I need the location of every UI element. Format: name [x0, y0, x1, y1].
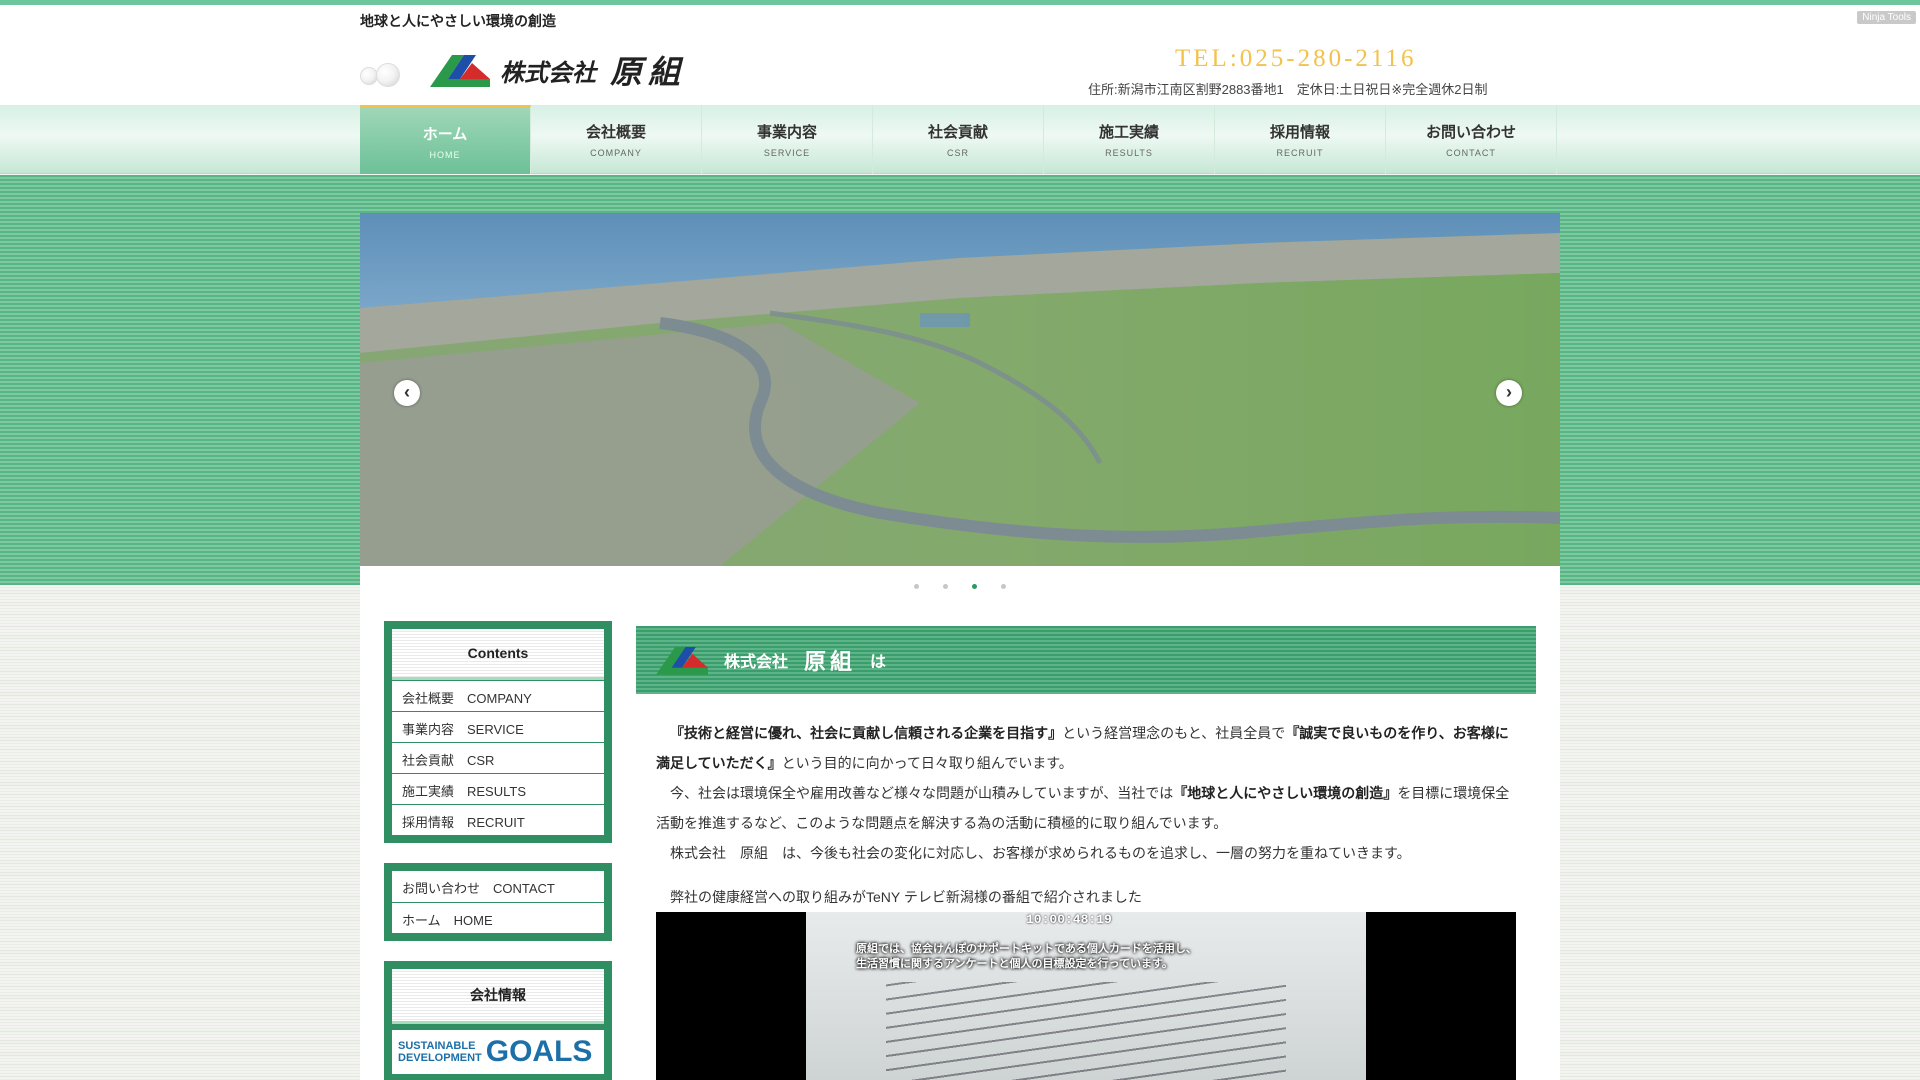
heading-company-name: 原組 [804, 649, 857, 674]
nav-recruit[interactable]: 採用情報 RECRUIT [1215, 105, 1386, 174]
address-info: 住所:新潟市江南区割野2883番地1 定休日:土日祝日※完全週休2日制 [1088, 82, 1488, 97]
nav-contact[interactable]: お問い合わせ CONTACT [1386, 105, 1557, 174]
sidebar: Contents 会社概要 COMPANY 事業内容 SERVICE 社会貢献 … [384, 621, 612, 1080]
company-prefix: 株式会社 [500, 57, 596, 87]
slider-prev-button[interactable]: ‹ [394, 380, 420, 406]
sdgs-line1: SUSTAINABLE [398, 1040, 476, 1052]
video-subtitle: 原組では、協会けんぽのサポートキットである個人カードを活用し、 生活習慣に関する… [856, 943, 1197, 970]
video-caption: 弊社の健康経営への取り組みがTeNY テレビ新潟様の番組で紹介されました [670, 889, 1142, 905]
text-span: という経営理念のもと、社員全員で [1062, 725, 1286, 741]
sidebar-item-company[interactable]: 会社概要 COMPANY [392, 680, 604, 711]
aerial-photo [360, 213, 1560, 566]
nav-label-jp: ホーム [422, 125, 468, 143]
sidebar-item-csr[interactable]: 社会貢献 CSR [392, 742, 604, 773]
sdgs-goals: GOALS [485, 1035, 593, 1068]
ball-icon [376, 63, 400, 87]
company-info-title: 会社情報 [392, 969, 604, 1024]
nav-company[interactable]: 会社概要 COMPANY [531, 105, 702, 174]
links-panel: お問い合わせ CONTACT ホーム HOME [384, 863, 612, 941]
nav-results[interactable]: 施工実績 RESULTS [1044, 105, 1215, 174]
sidebar-item-results[interactable]: 施工実績 RESULTS [392, 773, 604, 804]
environment-quote: 『地球と人にやさしい環境の創造』 [1173, 785, 1398, 801]
heading-prefix: 株式会社 [724, 654, 789, 671]
sidebar-item-service[interactable]: 事業内容 SERVICE [392, 711, 604, 742]
heading-suffix: は [870, 654, 887, 671]
text-span: 今、社会は環境保全や雇用改善など様々な問題が山積みしていますが、当社では [670, 785, 1174, 801]
company-info-panel: 会社情報 SUSTAINABLE DEVELOPMENT GOALS [384, 961, 612, 1080]
contents-title: Contents [392, 629, 604, 680]
slider-dot[interactable] [943, 584, 948, 589]
sdgs-line2: DEVELOPMENT [398, 1052, 482, 1064]
company-logo-icon [656, 647, 708, 675]
nav-label-jp: 会社概要 [585, 124, 646, 141]
nav-home[interactable]: ホーム HOME [360, 105, 531, 174]
slider-dot-active[interactable] [972, 584, 977, 589]
nav-label-en: CONTACT [1446, 148, 1496, 158]
sidebar-item-home[interactable]: ホーム HOME [392, 902, 604, 933]
nav-label-jp: お問い合わせ [1425, 124, 1516, 141]
company-logo-icon [430, 55, 490, 87]
nav-label-jp: 事業内容 [756, 124, 817, 141]
nav-label-jp: 採用情報 [1269, 124, 1330, 141]
sidebar-item-recruit[interactable]: 採用情報 RECRUIT [392, 804, 604, 835]
slider-dot[interactable] [1001, 584, 1006, 589]
site-tagline: 地球と人にやさしい環境の創造 [360, 13, 556, 29]
intro-text: 『技術と経営に優れ、社会に貢献し信頼される企業を目指す』という経営理念のもと、社… [636, 694, 1536, 868]
global-navigation-bar: ホーム HOME 会社概要 COMPANY 事業内容 SERVICE 社会貢献 … [0, 105, 1920, 174]
intro-paragraph-2: 今、社会は環境保全や雇用改善など様々な問題が山積みしていますが、当社では『地球と… [656, 778, 1516, 838]
video-document-lines [886, 982, 1286, 1080]
sdgs-banner[interactable]: SUSTAINABLE DEVELOPMENT GOALS [392, 1030, 604, 1074]
contents-panel: Contents 会社概要 COMPANY 事業内容 SERVICE 社会貢献 … [384, 621, 612, 843]
nav-service[interactable]: 事業内容 SERVICE [702, 105, 873, 174]
embedded-video[interactable]: 10:00:48:19 原組では、協会けんぽのサポートキットである個人カードを活… [656, 912, 1516, 1080]
nav-label-en: RECRUIT [1276, 148, 1324, 158]
hero-slider[interactable]: ‹ › [360, 213, 1560, 566]
slider-next-button[interactable]: › [1496, 380, 1522, 406]
site-header: 地球と人にやさしい環境の創造 Ninja Tools 株式会社 原組 TEL:0… [0, 5, 1920, 105]
nav-label-en: SERVICE [763, 148, 811, 158]
company-logo[interactable]: 株式会社 原組 [430, 47, 686, 93]
nav-label-en: HOME [429, 149, 461, 160]
slider-pagination [360, 576, 1560, 594]
sdgs-text: SUSTAINABLE DEVELOPMENT [398, 1040, 482, 1064]
global-nav: ホーム HOME 会社概要 COMPANY 事業内容 SERVICE 社会貢献 … [360, 105, 1560, 174]
nav-label-en: CSR [946, 148, 969, 158]
nav-label-en: RESULTS [1105, 148, 1153, 158]
company-name: 原組 [610, 53, 687, 91]
intro-paragraph-1: 『技術と経営に優れ、社会に貢献し信頼される企業を目指す』という経営理念のもと、社… [656, 718, 1516, 778]
video-timecode: 10:00:48:19 [1026, 912, 1112, 927]
content-area: Contents 会社概要 COMPANY 事業内容 SERVICE 社会貢献 … [360, 566, 1560, 1080]
nav-label-jp: 社会貢献 [927, 124, 988, 141]
nav-label-en: COMPANY [590, 148, 642, 158]
sidebar-item-contact[interactable]: お問い合わせ CONTACT [392, 871, 604, 902]
phone-number[interactable]: TEL:025-280-2116 [1175, 45, 1416, 73]
nav-csr[interactable]: 社会貢献 CSR [873, 105, 1044, 174]
slider-dot[interactable] [914, 584, 919, 589]
decorative-balls [360, 59, 414, 89]
main-content: 株式会社 原組 は 『技術と経営に優れ、社会に貢献し信頼される企業を目指す』とい… [636, 626, 1536, 1080]
intro-paragraph-3: 株式会社 原組 は、今後も社会の変化に対応し、お客様が求められるものを追求し、一… [670, 845, 1411, 861]
philosophy-quote: 『技術と経営に優れ、社会に貢献し信頼される企業を目指す』 [670, 725, 1063, 741]
main-heading: 株式会社 原組 は [636, 626, 1536, 694]
text-span: という目的に向かって日々取り組んでいます。 [781, 755, 1073, 771]
ninja-tools-badge[interactable]: Ninja Tools [1857, 11, 1916, 24]
nav-label-jp: 施工実績 [1098, 124, 1159, 141]
